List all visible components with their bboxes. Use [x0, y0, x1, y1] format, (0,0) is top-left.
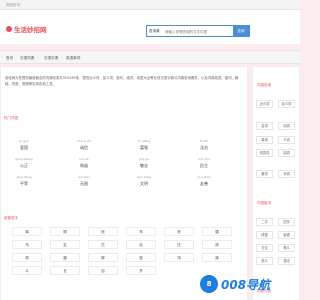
word-pinyin: wén míng — [136, 175, 152, 179]
radical-cell[interactable]: 长 — [50, 266, 80, 275]
search-box: 查词典 查询 — [146, 25, 250, 37]
sidebar-button[interactable]: 二字 — [256, 218, 273, 226]
hot-word[interactable]: wén míng 文明 — [124, 173, 164, 195]
word-pinyin: hé xié — [79, 157, 89, 161]
word-pinyin: jìng yè — [138, 157, 150, 161]
sidebar-button[interactable]: 贬义 — [256, 257, 273, 265]
radical-cell[interactable]: 厚 — [88, 253, 118, 262]
sidebar-button[interactable]: 语法 — [278, 257, 295, 265]
radical-cell[interactable]: 祥 — [202, 240, 232, 249]
radical-cell[interactable]: 斗 — [12, 266, 42, 275]
sidebar-button[interactable]: 介词 — [278, 136, 295, 144]
nav-item-home[interactable]: 首页 — [6, 56, 13, 61]
hot-word[interactable]: wú xiàn 无限 — [64, 173, 104, 195]
nav-item-english[interactable]: 英语单词 — [66, 56, 80, 61]
sidebar-button[interactable]: 名词 — [256, 122, 273, 130]
sidebar-button[interactable]: 四字 — [278, 218, 295, 226]
sidebar: 词语查询 近义词 反义词 名词 动词 量词 介词 形容词 副词 数词 代词 词语… — [252, 66, 300, 300]
radical-title: 部首查字 — [4, 216, 18, 220]
radical-cell[interactable]: 胡 — [12, 253, 42, 262]
sidebar-button[interactable]: 数词 — [256, 170, 273, 178]
hot-word[interactable]: píng děng 平等 — [4, 173, 44, 195]
intro-text: 阅信网为您提供最新最全的词典收录共355438条，提供近义词、反义词、造句、组词… — [5, 76, 239, 86]
radical-cell[interactable]: 自 — [88, 266, 118, 275]
word-text: 公正 — [20, 163, 28, 168]
sidebar-button[interactable]: 俗语 — [278, 231, 295, 239]
radical-cell[interactable]: 丽 — [50, 227, 80, 236]
top-bar: 阅信好词 — [0, 0, 300, 10]
word-pinyin: chéng xìn — [76, 139, 92, 143]
word-text: 敬业 — [140, 163, 148, 168]
radical-cell[interactable]: 忆 — [88, 240, 118, 249]
sidebar-button[interactable]: 代词 — [278, 170, 295, 178]
site-logo[interactable]: 生活妙招网 — [6, 24, 47, 34]
word-pinyin: píng děng — [16, 175, 32, 179]
sidebar-button[interactable]: 副词 — [278, 149, 295, 157]
radical-cell[interactable]: 竖 — [126, 253, 156, 262]
word-pinyin: wú xiàn — [78, 175, 90, 179]
sidebar-button[interactable]: 方位 — [256, 244, 273, 252]
top-bar-text: 阅信好词 — [6, 3, 20, 7]
word-pinyin: fù qiáng — [137, 139, 151, 143]
word-text: 富强 — [140, 145, 148, 150]
sidebar-button[interactable]: 反义词 — [278, 100, 295, 108]
word-pinyin: mín zhǔ — [198, 157, 210, 161]
hot-words-title: 热门词语 — [4, 116, 18, 120]
word-text: 法治 — [200, 145, 208, 150]
logo-text: 生活妙招网 — [14, 26, 47, 34]
radical-cell[interactable]: 辉 — [202, 253, 232, 262]
main-nav: 首页 汉语词典 汉语字典 英语单词 — [0, 50, 300, 64]
search-type-select[interactable]: 查词典 — [149, 29, 160, 34]
radical-cell[interactable]: 定 — [50, 240, 80, 249]
nav-item-char-dictionary[interactable]: 汉语字典 — [44, 56, 58, 61]
word-pinyin: gōng zhèng — [15, 157, 33, 161]
word-text: 诚信 — [80, 145, 88, 150]
word-pinyin: ài guó — [19, 139, 29, 143]
radical-cell[interactable]: 唐 — [202, 227, 232, 236]
radical-cell[interactable]: 开 — [126, 266, 156, 275]
radical-cell[interactable]: 车 — [126, 227, 156, 236]
radical-cell[interactable]: 夹 — [164, 227, 194, 236]
nav-item-word-dictionary[interactable]: 汉语词典 — [20, 56, 34, 61]
sidebar-button[interactable]: 成语 — [256, 231, 273, 239]
radical-cell[interactable]: 乌 — [12, 240, 42, 249]
sidebar-button[interactable]: 量词 — [256, 136, 273, 144]
search-input[interactable] — [165, 27, 235, 36]
sidebar-section-title: 词语查询 — [257, 83, 271, 87]
hot-word[interactable]: yǒu shàn 友善 — [184, 173, 224, 195]
logo-icon — [6, 26, 12, 32]
sidebar-button[interactable]: 形容词 — [256, 149, 273, 157]
radical-cell[interactable]: 班 — [88, 227, 118, 236]
word-pinyin: fǎ zhì — [199, 139, 209, 143]
radical-cell[interactable]: 巨 — [126, 240, 156, 249]
watermark: 8 008导航 — [200, 268, 300, 300]
watermark-logo-icon: 8 — [200, 275, 218, 293]
word-pinyin: yǒu shàn — [197, 175, 211, 179]
sidebar-button[interactable]: 褒义 — [278, 244, 295, 252]
radical-cell[interactable]: 庄 — [164, 240, 194, 249]
radical-cell[interactable]: 粤 — [12, 227, 42, 236]
search-button[interactable]: 查询 — [233, 26, 249, 36]
word-text: 友善 — [200, 181, 208, 186]
word-text: 爱国 — [20, 145, 28, 150]
word-text: 民主 — [200, 163, 208, 168]
word-text: 无限 — [80, 181, 88, 186]
sidebar-button[interactable]: 近义词 — [256, 100, 273, 108]
word-text: 和谐 — [80, 163, 88, 168]
watermark-text: 008导航 — [221, 277, 271, 292]
word-text: 文明 — [140, 181, 148, 186]
sidebar-button[interactable]: 动词 — [278, 122, 295, 130]
radical-cell[interactable]: 避 — [50, 253, 80, 262]
sidebar-section-title: 词语组词 — [257, 201, 271, 205]
word-text: 平等 — [20, 181, 28, 186]
radical-cell[interactable]: 鸿 — [164, 253, 194, 262]
